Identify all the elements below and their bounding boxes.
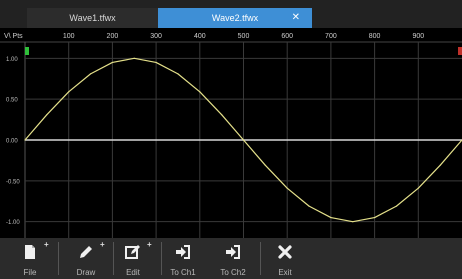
data-point — [395, 205, 398, 207]
data-point — [242, 139, 245, 141]
data-point — [286, 187, 288, 189]
data-point — [417, 187, 419, 189]
edit-more-icon: + — [147, 240, 152, 249]
file-button[interactable]: + File — [4, 238, 56, 279]
y-tick-label: 1.00 — [6, 57, 18, 63]
y-tick-label: 0.50 — [6, 98, 18, 104]
x-tick-label: 400 — [194, 33, 206, 40]
y-tick-label: -1.00 — [6, 220, 20, 226]
tab-bar: Wave1.tfwx Wave2.tfwx ✕ — [0, 0, 462, 28]
data-point — [330, 216, 332, 219]
file-icon — [25, 245, 35, 259]
exit-button[interactable]: Exit — [259, 238, 311, 279]
start-marker[interactable] — [25, 47, 29, 55]
bottom-toolbar: + File + Draw + Edit To Ch1 To Ch2 Exit — [0, 238, 462, 279]
corner-label: V\ Pts — [4, 33, 23, 40]
data-point — [199, 91, 201, 93]
edit-button[interactable]: + Edit — [107, 238, 159, 279]
data-point — [46, 114, 48, 116]
file-label: File — [23, 268, 37, 277]
edit-icon — [125, 245, 140, 259]
tab-wave1-label: Wave1.tfwx — [69, 13, 116, 23]
y-tick-label: -0.50 — [6, 179, 20, 185]
waveform-plot[interactable]: 100 200 300 400 500 600 700 800 900 1.00 0.50 0.00… — [0, 28, 462, 238]
x-tick-label: 700 — [325, 33, 337, 40]
y-axis-ticks: 1.00 0.50 0.00 -0.50 -1.00 — [6, 57, 20, 226]
to-ch2-label: To Ch2 — [220, 268, 246, 277]
x-tick-label: 800 — [369, 33, 381, 40]
data-point — [89, 73, 92, 75]
close-tab-icon[interactable]: ✕ — [292, 8, 300, 28]
to-ch1-label: To Ch1 — [170, 268, 196, 277]
data-point — [374, 216, 376, 219]
data-point — [177, 73, 179, 75]
waveform-chart: 100 200 300 400 500 600 700 800 900 1.00 0.50 0.00… — [0, 33, 462, 238]
x-axis-ticks: 100 200 300 400 500 600 700 800 900 — [63, 33, 424, 40]
pencil-icon — [80, 246, 92, 258]
data-point — [133, 57, 135, 59]
data-point — [68, 91, 70, 93]
close-icon — [278, 245, 292, 259]
edit-label: Edit — [126, 268, 140, 277]
x-tick-label: 200 — [107, 33, 119, 40]
data-point — [352, 221, 354, 223]
x-tick-label: 500 — [238, 33, 250, 40]
to-ch1-button[interactable]: To Ch1 — [157, 238, 209, 279]
end-marker[interactable] — [458, 47, 462, 55]
tab-wave2[interactable]: Wave2.tfwx ✕ — [158, 8, 312, 28]
tab-wave2-label: Wave2.tfwx — [211, 13, 259, 23]
data-point — [264, 164, 266, 166]
exit-label: Exit — [278, 268, 292, 277]
data-point — [155, 61, 157, 64]
sign-in-icon — [226, 245, 240, 259]
x-tick-label: 600 — [281, 33, 293, 40]
x-tick-label: 300 — [150, 33, 162, 40]
sign-in-icon — [176, 245, 190, 259]
draw-more-icon: + — [100, 240, 105, 249]
data-point — [221, 114, 223, 116]
data-point — [111, 61, 113, 64]
data-point — [308, 205, 310, 207]
x-tick-label: 100 — [63, 33, 75, 40]
data-point — [24, 139, 26, 141]
file-more-icon: + — [44, 240, 49, 249]
x-tick-label: 900 — [412, 33, 424, 40]
draw-button[interactable]: + Draw — [60, 238, 112, 279]
draw-label: Draw — [76, 268, 96, 277]
y-tick-label: 0.00 — [6, 139, 18, 145]
data-point — [439, 164, 441, 166]
to-ch2-button[interactable]: To Ch2 — [207, 238, 259, 279]
tab-wave1[interactable]: Wave1.tfwx — [27, 8, 158, 28]
separator — [58, 242, 59, 275]
